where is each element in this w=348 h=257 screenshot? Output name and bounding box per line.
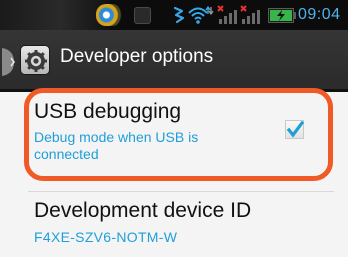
signal-icon [217,5,237,24]
wifi-icon [188,5,214,24]
settings-notification-icon [134,7,151,24]
back-indicator-icon[interactable] [0,44,18,80]
page-title: Developer options [60,46,214,67]
status-bar: 09:04 [0,0,348,30]
development-device-id-title: Development device ID [34,199,252,222]
status-time: 09:04 [298,6,341,23]
development-device-id-value: F4XE-SZV6-NOTM-W [34,229,178,245]
status-bar-glare [0,0,110,30]
highlight-annotation [24,88,333,181]
app-notification-icon [96,4,122,26]
settings-gear-icon [20,45,50,75]
development-device-id-item[interactable]: Development device ID F4XE-SZV6-NOTM-W [0,192,348,257]
signal-icon [240,5,260,24]
battery-icon [268,8,296,23]
vibrate-icon [173,6,185,24]
